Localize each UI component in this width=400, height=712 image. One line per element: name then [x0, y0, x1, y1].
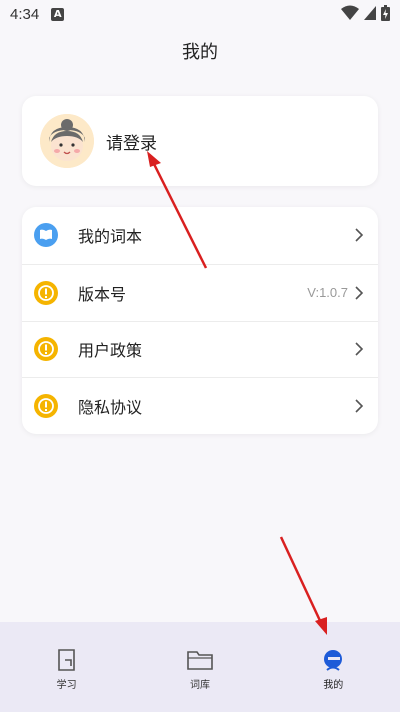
chevron-right-icon [355, 342, 364, 356]
login-prompt[interactable]: 请登录 [106, 129, 157, 154]
chevron-right-icon [355, 399, 364, 413]
status-time: 4:34 [10, 5, 40, 23]
info-icon [34, 337, 58, 362]
profile-icon [324, 650, 343, 671]
tab-label: 我的 [323, 680, 344, 691]
version-value: V:1.0.7 [307, 285, 348, 301]
chevron-right-icon [355, 286, 364, 300]
menu-item-privacy[interactable]: 隐私协议 [22, 377, 378, 434]
wifi-icon [341, 5, 359, 20]
menu-label: 用户政策 [78, 341, 143, 361]
tab-label: 学习 [56, 680, 77, 691]
menu-label: 我的词本 [78, 227, 143, 247]
folder-icon [187, 651, 213, 670]
info-icon [34, 280, 58, 305]
tab-study[interactable]: 学习 [0, 622, 133, 712]
bottom-tab-bar: 学习 词库 我的 [0, 622, 400, 712]
menu-item-version[interactable]: 版本号 V:1.0.7 [22, 263, 378, 321]
status-bar: 4:34 A [0, 0, 400, 28]
tab-label: 词库 [189, 680, 210, 691]
menu-label: 隐私协议 [78, 398, 143, 418]
chevron-right-icon [355, 228, 364, 242]
signal-icon [364, 6, 376, 20]
study-icon [57, 649, 75, 671]
battery-icon [381, 5, 390, 21]
menu-item-user-policy[interactable]: 用户政策 [22, 320, 378, 378]
info-icon [34, 394, 58, 419]
tab-wordbank[interactable]: 词库 [133, 622, 266, 712]
notification-icon: A [51, 7, 65, 21]
status-icons [341, 5, 390, 21]
menu-item-wordbook[interactable]: 我的词本 [22, 207, 378, 264]
page-title: 我的 [182, 42, 218, 63]
tab-profile[interactable]: 我的 [267, 622, 400, 712]
menu-label: 版本号 [78, 284, 127, 304]
book-icon [34, 223, 58, 248]
annotation-arrow-tab [279, 536, 327, 635]
menu-card: 我的词本 版本号 V:1.0.7 用户政策 隐私协议 [22, 207, 378, 434]
login-card[interactable]: 请登录 [22, 96, 378, 186]
avatar[interactable] [40, 114, 94, 168]
